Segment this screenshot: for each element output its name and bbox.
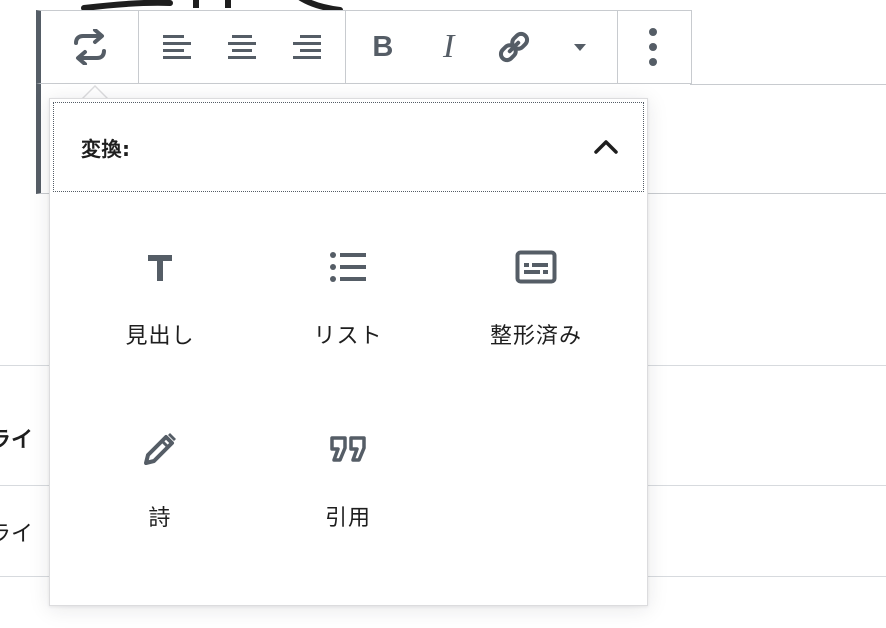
more-options-group bbox=[618, 11, 688, 83]
transform-label: 整形済み bbox=[489, 324, 582, 349]
transform-label: 見出し bbox=[125, 324, 195, 349]
background-row-label: ライ bbox=[0, 522, 34, 547]
align-right-button[interactable] bbox=[283, 23, 331, 71]
pencil-icon bbox=[144, 433, 176, 465]
transform-to-quote-button[interactable]: 引用 bbox=[260, 401, 436, 551]
link-icon bbox=[499, 31, 530, 63]
transform-label: 引用 bbox=[324, 506, 371, 531]
chevron-up-icon bbox=[594, 140, 618, 154]
transform-label: 詩 bbox=[148, 506, 172, 531]
bold-button[interactable]: B bbox=[359, 23, 407, 71]
transform-to-preformatted-button[interactable]: 整形済み bbox=[448, 219, 624, 369]
quote-icon bbox=[330, 436, 366, 462]
transform-group bbox=[41, 11, 139, 83]
align-center-icon bbox=[227, 35, 256, 59]
italic-button[interactable]: I bbox=[425, 23, 473, 71]
more-formats-button[interactable] bbox=[556, 23, 604, 71]
align-right-icon bbox=[292, 35, 321, 59]
more-options-button[interactable] bbox=[629, 23, 677, 71]
align-left-icon bbox=[163, 35, 192, 59]
background-row-label: ライ bbox=[0, 428, 34, 453]
alignment-group bbox=[139, 11, 346, 83]
caret-down-icon bbox=[574, 44, 587, 51]
transform-button[interactable] bbox=[66, 23, 114, 71]
block-toolbar: B I bbox=[36, 10, 692, 84]
formatting-group: B I bbox=[346, 11, 618, 83]
italic-icon: I bbox=[442, 28, 455, 65]
transform-label: リスト bbox=[313, 324, 383, 349]
vertical-ellipsis-icon bbox=[649, 28, 657, 66]
align-left-button[interactable] bbox=[153, 23, 201, 71]
panel-title: 変換: bbox=[81, 136, 131, 161]
transform-to-list-button[interactable]: リスト bbox=[260, 219, 436, 369]
list-icon bbox=[330, 252, 366, 282]
editor-divider bbox=[690, 84, 886, 85]
transform-to-heading-button[interactable]: 見出し bbox=[72, 219, 248, 369]
transform-popover: 変換: 見出し リスト 整形済み 詩 引用 bbox=[49, 98, 648, 606]
heading-t-icon bbox=[148, 255, 172, 281]
preformatted-icon bbox=[515, 250, 557, 284]
link-button[interactable] bbox=[490, 23, 538, 71]
transform-arrows-icon bbox=[73, 29, 106, 65]
bold-icon: B bbox=[372, 30, 394, 63]
transform-to-verse-button[interactable]: 詩 bbox=[72, 401, 248, 551]
transform-panel-toggle[interactable]: 変換: bbox=[53, 102, 644, 192]
align-center-button[interactable] bbox=[218, 23, 266, 71]
